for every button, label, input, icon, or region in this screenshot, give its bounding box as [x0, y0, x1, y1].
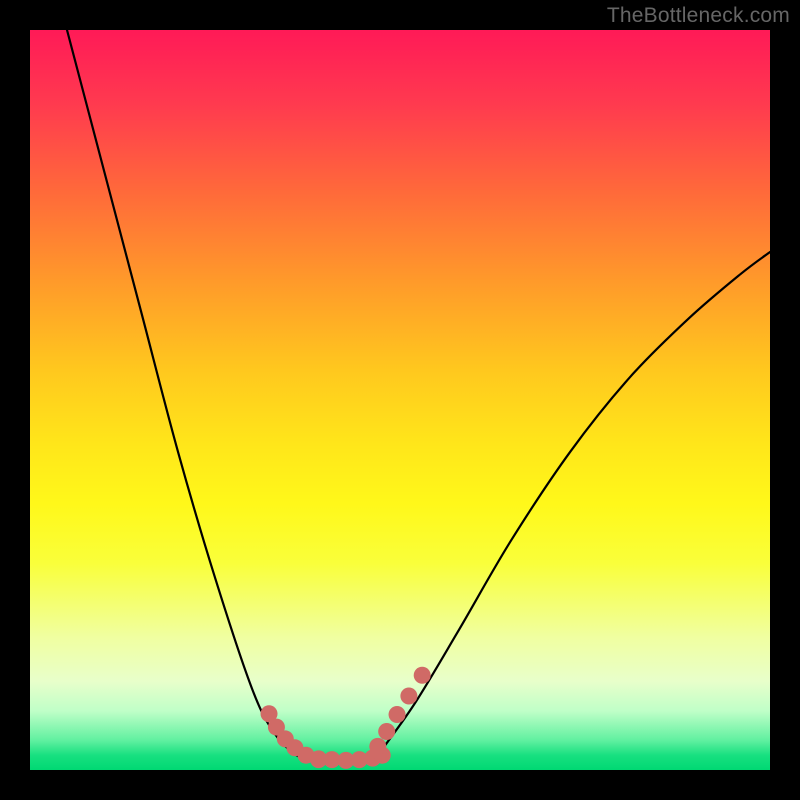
chart-svg — [30, 30, 770, 770]
dot-salmon-right-dots — [389, 706, 406, 723]
dot-salmon-right-dots — [369, 738, 386, 755]
dot-salmon-right-dots — [400, 688, 417, 705]
chart-frame: TheBottleneck.com — [0, 0, 800, 800]
plot-area — [30, 30, 770, 770]
curve-left-curve — [67, 30, 319, 763]
dot-salmon-right-dots — [378, 723, 395, 740]
watermark-text: TheBottleneck.com — [607, 4, 790, 28]
dot-salmon-right-dots — [414, 667, 431, 684]
curve-right-curve — [378, 252, 770, 755]
